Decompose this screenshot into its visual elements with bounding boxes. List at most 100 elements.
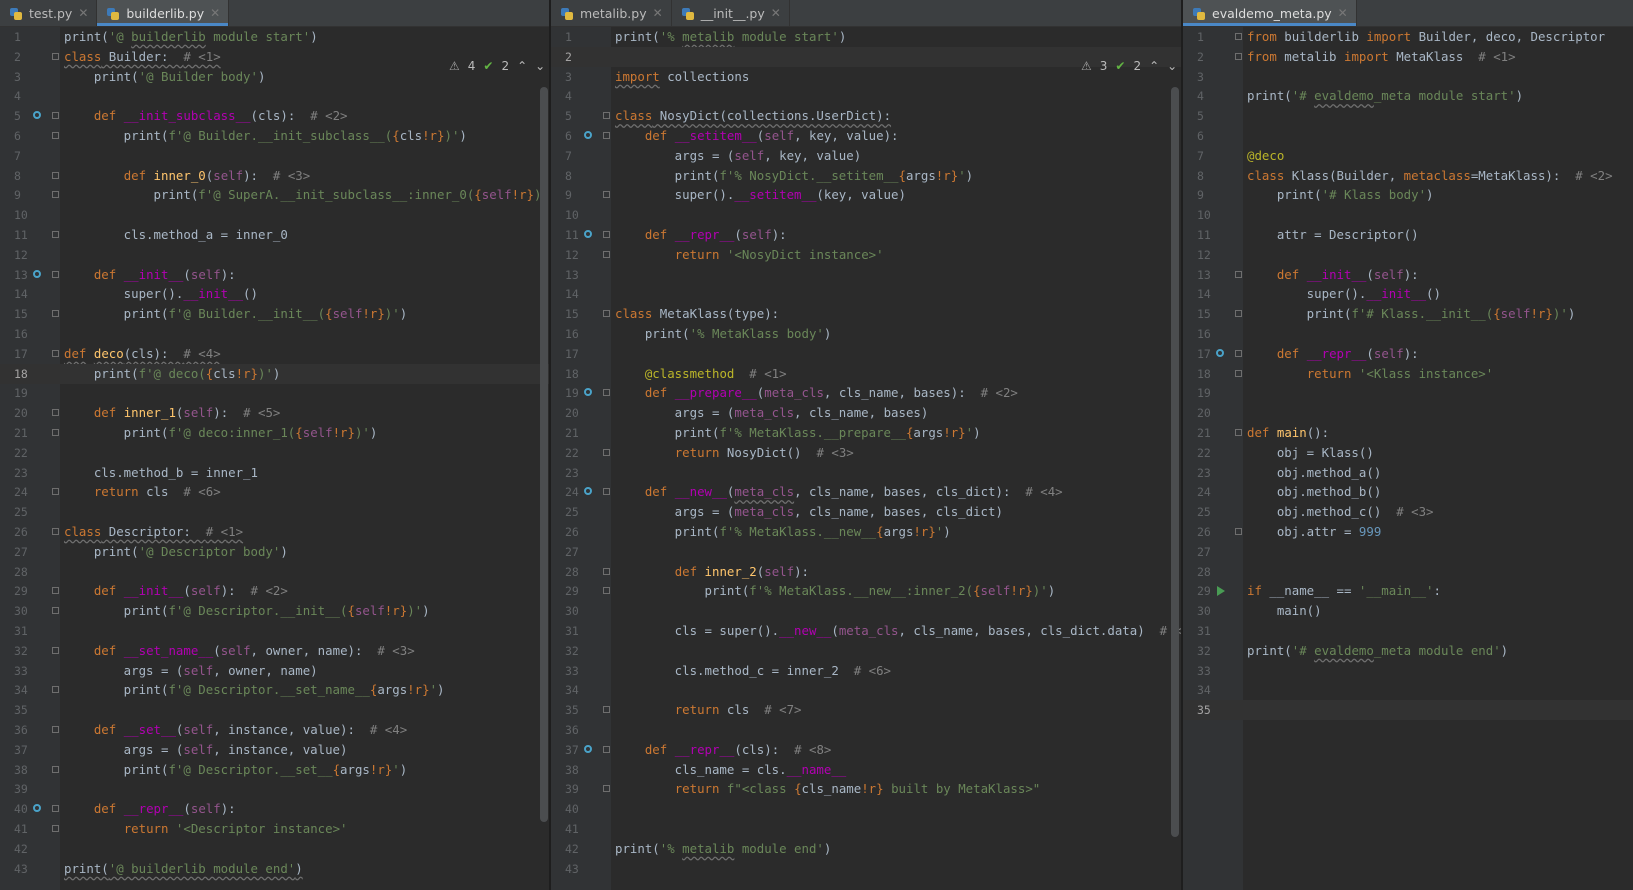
code-line[interactable]: 5 def __init_subclass__(cls): # <2> — [0, 106, 549, 126]
code-line[interactable]: 19 def __prepare__(meta_cls, cls_name, b… — [551, 383, 1181, 403]
fold-marker-icon[interactable] — [52, 765, 59, 773]
code-line[interactable]: 4 — [0, 86, 549, 106]
fold-marker-icon[interactable] — [52, 528, 59, 535]
fold-marker-icon[interactable] — [603, 112, 610, 120]
code-line[interactable]: 37 def __repr__(cls): # <8> — [551, 740, 1181, 760]
close-icon[interactable]: ✕ — [653, 6, 663, 20]
code-line[interactable]: 11 attr = Descriptor() — [1183, 225, 1633, 245]
code-line[interactable]: 6 — [1183, 126, 1633, 146]
code-line[interactable]: 30 — [551, 601, 1181, 621]
fold-marker-icon[interactable] — [52, 646, 59, 654]
code-line[interactable]: 16 print('% MetaKlass body') — [551, 324, 1181, 344]
inspection-widget[interactable]: ⚠ 4 ✔ 2 ⌃ ⌄ — [449, 59, 545, 73]
code-line[interactable]: 32 — [551, 641, 1181, 661]
code-line[interactable]: 7 args = (self, key, value) — [551, 146, 1181, 166]
code-line[interactable]: 8 def inner_0(self): # <3> — [0, 166, 549, 186]
override-marker-icon[interactable] — [33, 269, 41, 278]
fold-marker-icon[interactable] — [52, 825, 59, 832]
scrollbar[interactable] — [540, 87, 548, 822]
code-line[interactable]: 17 — [551, 344, 1181, 364]
code-line[interactable]: 26 class Descriptor: # <1> — [0, 522, 549, 542]
tab-evaldemo-meta-py[interactable]: evaldemo_meta.py ✕ — [1183, 0, 1357, 26]
code-line[interactable]: 6 print(f'@ Builder.__init_subclass__({c… — [0, 126, 549, 146]
code-line[interactable]: 32 print('# evaldemo_meta module end') — [1183, 641, 1633, 661]
code-line[interactable]: 1 from builderlib import Builder, deco, D… — [1183, 27, 1633, 47]
fold-marker-icon[interactable] — [52, 686, 59, 694]
tab-metalib-py[interactable]: metalib.py ✕ — [551, 0, 672, 26]
code-line[interactable]: 5 class NosyDict(collections.UserDict): — [551, 106, 1181, 126]
fold-marker-icon[interactable] — [52, 52, 59, 60]
code-line[interactable]: 18 @classmethod # <1> — [551, 364, 1181, 384]
code-line[interactable]: 40 — [551, 799, 1181, 819]
fold-marker-icon[interactable] — [52, 191, 59, 199]
code-line[interactable]: 25 — [0, 502, 549, 522]
fold-marker-icon[interactable] — [52, 171, 59, 179]
code-line[interactable]: 42 — [0, 839, 549, 859]
code-line[interactable]: 26 print(f'% MetaKlass.__new__{args!r}') — [551, 522, 1181, 542]
code-line[interactable]: 34 print(f'@ Descriptor.__set_name__{arg… — [0, 680, 549, 700]
code-line[interactable]: 42 print('% metalib module end') — [551, 839, 1181, 859]
code-line[interactable]: 14 super().__init__() — [0, 284, 549, 304]
tab-init-py[interactable]: __init__.py ✕ — [672, 0, 790, 26]
close-icon[interactable]: ✕ — [1338, 6, 1348, 20]
fold-marker-icon[interactable] — [52, 587, 59, 595]
fold-marker-icon[interactable] — [603, 587, 610, 595]
fold-marker-icon[interactable] — [1235, 369, 1242, 377]
fold-marker-icon[interactable] — [603, 745, 610, 753]
code-line[interactable]: 24 return cls # <6> — [0, 482, 549, 502]
code-line[interactable]: 13 — [551, 265, 1181, 285]
fold-marker-icon[interactable] — [52, 132, 59, 139]
code-line[interactable]: 12 return '<NosyDict instance>' — [551, 245, 1181, 265]
override-marker-icon[interactable] — [1216, 348, 1224, 357]
fold-marker-icon[interactable] — [603, 567, 610, 575]
fold-marker-icon[interactable] — [1235, 270, 1242, 278]
fold-marker-icon[interactable] — [52, 607, 59, 615]
code-line[interactable]: 18 print(f'@ deco({cls!r})') — [0, 363, 549, 384]
run-icon[interactable] — [1217, 586, 1225, 597]
scrollbar[interactable] — [1171, 87, 1179, 837]
code-line[interactable]: 12 — [0, 245, 549, 265]
code-line[interactable]: 30 main() — [1183, 601, 1633, 621]
close-icon[interactable]: ✕ — [78, 6, 88, 20]
fold-marker-icon[interactable] — [52, 805, 59, 813]
fold-marker-icon[interactable] — [603, 132, 610, 139]
code-line[interactable]: 13 def __init__(self): — [1183, 265, 1633, 285]
fold-marker-icon[interactable] — [603, 389, 610, 397]
inspection-widget[interactable]: ⚠ 3 ✔ 2 ⌃ ⌄ — [1081, 59, 1177, 73]
code-line[interactable]: 15 print(f'# Klass.__init__({self!r})') — [1183, 304, 1633, 324]
code-line[interactable]: 27 — [1183, 542, 1633, 562]
fold-marker-icon[interactable] — [52, 488, 59, 496]
code-line[interactable]: 23 — [551, 463, 1181, 483]
code-line[interactable]: 21 print(f'@ deco:inner_1({self!r})') — [0, 423, 549, 443]
code-line[interactable]: 14 super().__init__() — [1183, 284, 1633, 304]
fold-marker-icon[interactable] — [1235, 33, 1242, 40]
code-line[interactable]: 25 args = (meta_cls, cls_name, bases, cl… — [551, 502, 1181, 522]
code-line[interactable]: 33 args = (self, owner, name) — [0, 661, 549, 681]
code-line[interactable]: 13 def __init__(self): — [0, 265, 549, 285]
override-marker-icon[interactable] — [584, 230, 592, 238]
code-line[interactable]: 43 print('@ builderlib module end') — [0, 859, 549, 879]
code-line[interactable]: 31 cls = super().__new__(meta_cls, cls_n… — [551, 621, 1181, 641]
code-line[interactable]: 35 — [0, 700, 549, 720]
code-editor[interactable]: 1 print('% metalib module start') 2 3 import… — [551, 27, 1181, 890]
code-line[interactable]: 7 @deco — [1183, 146, 1633, 166]
code-line[interactable]: 35 return cls # <7> — [551, 700, 1181, 720]
fold-marker-icon[interactable] — [603, 191, 610, 199]
code-line[interactable]: 10 — [0, 205, 549, 225]
fold-marker-icon[interactable] — [52, 429, 59, 436]
fold-marker-icon[interactable] — [603, 250, 610, 258]
fold-marker-icon[interactable] — [52, 409, 59, 417]
code-line[interactable]: 28 def inner_2(self): — [551, 562, 1181, 582]
code-line[interactable]: 30 print(f'@ Descriptor.__init__({self!r… — [0, 601, 549, 621]
code-line[interactable]: 11 cls.method_a = inner_0 — [0, 225, 549, 245]
code-line[interactable]: 35 — [1183, 700, 1633, 721]
code-line[interactable]: 17 def deco(cls): # <4> — [0, 344, 549, 364]
code-line[interactable]: 32 def __set_name__(self, owner, name): … — [0, 641, 549, 661]
code-line[interactable]: 4 print('# evaldemo_meta module start') — [1183, 86, 1633, 106]
code-line[interactable]: 38 print(f'@ Descriptor.__set__{args!r}'… — [0, 760, 549, 780]
fold-marker-icon[interactable] — [1235, 310, 1242, 318]
code-line[interactable]: 2 from metalib import MetaKlass # <1> — [1183, 47, 1633, 67]
code-line[interactable]: 1 print('@ builderlib module start') — [0, 27, 549, 47]
code-line[interactable]: 39 return f"<class {cls_name!r} built by… — [551, 779, 1181, 799]
code-line[interactable]: 22 — [0, 443, 549, 463]
